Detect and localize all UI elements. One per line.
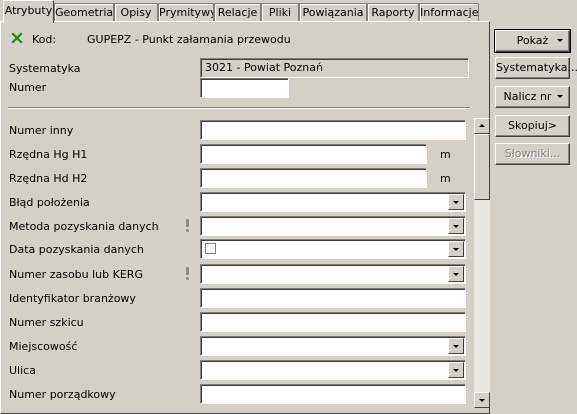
- numer-zasobu-combo[interactable]: [200, 264, 466, 284]
- numer-inny-field[interactable]: [200, 120, 466, 140]
- numer-szkicu-label: Numer szkicu: [9, 316, 84, 329]
- tab-geometria[interactable]: Geometria: [54, 3, 114, 22]
- rzedna-h1-field[interactable]: [200, 144, 427, 164]
- date-checkbox[interactable]: [205, 243, 216, 254]
- metoda-pozyskania-label: Metoda pozyskania danych: [9, 220, 159, 233]
- identyfikator-branzowy-field[interactable]: [200, 288, 466, 308]
- metoda-pozyskania-combo[interactable]: [200, 216, 466, 236]
- blad-polozenia-label: Błąd położenia: [9, 196, 90, 209]
- dropdown-arrow-icon: [557, 95, 563, 98]
- vertical-scrollbar[interactable]: [474, 118, 490, 408]
- tab-pliki[interactable]: Pliki: [261, 3, 299, 22]
- ulica-label: Ulica: [9, 364, 36, 377]
- numer-porzadkowy-label: Numer porządkowy: [9, 388, 116, 401]
- numer-szkicu-field[interactable]: [200, 312, 466, 332]
- slowniki-label: Słowniki...: [504, 147, 561, 160]
- chevron-down-icon[interactable]: [448, 241, 464, 257]
- skopiuj-label: Skopiuj>: [508, 119, 557, 132]
- chevron-down-icon[interactable]: [448, 194, 464, 210]
- tab-atrybuty[interactable]: Atrybuty: [3, 0, 54, 23]
- data-pozyskania-label: Data pozyskania danych: [9, 243, 144, 256]
- data-pozyskania-combo[interactable]: [200, 239, 466, 259]
- systematyka-field: 3021 - Powiat Poznań: [200, 58, 469, 78]
- tab-prymitywy[interactable]: Prymitywy: [158, 3, 214, 22]
- exclamation-icon: [185, 219, 189, 232]
- miejscowosc-label: Miejscowość: [9, 340, 78, 353]
- miejscowosc-combo[interactable]: [200, 336, 466, 356]
- close-x-icon: [11, 32, 23, 44]
- rzedna-h1-label: Rzędna Hg H1: [9, 148, 88, 161]
- numer-label: Numer: [9, 81, 47, 94]
- systematyka-button-label: Systematyka...: [496, 61, 577, 74]
- scroll-thumb[interactable]: [474, 134, 490, 200]
- blad-polozenia-combo[interactable]: [200, 192, 466, 212]
- nalicz-nr-button[interactable]: Nalicz nr: [495, 86, 570, 108]
- chevron-down-icon[interactable]: [448, 338, 464, 354]
- pokaz-button[interactable]: Pokaż: [494, 29, 571, 53]
- rzedna-h2-field[interactable]: [200, 168, 427, 188]
- chevron-down-icon[interactable]: [448, 266, 464, 282]
- separator: [8, 107, 470, 109]
- tab-informacje[interactable]: Informacje: [419, 3, 479, 22]
- slowniki-button[interactable]: Słowniki...: [495, 143, 570, 165]
- systematyka-button[interactable]: Systematyka...: [495, 57, 577, 79]
- ulica-combo[interactable]: [200, 360, 466, 380]
- scroll-down-icon[interactable]: [474, 392, 490, 408]
- tab-relacje[interactable]: Relacje: [214, 3, 261, 22]
- numer-field[interactable]: [200, 78, 289, 98]
- skopiuj-button[interactable]: Skopiuj>: [495, 115, 570, 137]
- pokaz-label: Pokaż: [516, 34, 549, 47]
- tab-bar: Atrybuty Geometria Opisy Prymitywy Relac…: [0, 0, 577, 23]
- numer-inny-label: Numer inny: [9, 124, 74, 137]
- tab-opisy[interactable]: Opisy: [114, 3, 158, 22]
- exclamation-icon: [185, 267, 189, 280]
- identyfikator-branzowy-label: Identyfikator branżowy: [9, 292, 136, 305]
- nalicz-nr-label: Nalicz nr: [503, 90, 552, 103]
- numer-zasobu-label: Numer zasobu lub KERG: [9, 268, 143, 281]
- numer-porzadkowy-field[interactable]: [200, 384, 466, 404]
- rzedna-h1-unit: m: [440, 148, 451, 161]
- dropdown-arrow-icon: [557, 39, 563, 42]
- systematyka-label: Systematyka: [9, 62, 81, 75]
- kod-value: GUPEPZ - Punkt załamania przewodu: [87, 33, 291, 46]
- tab-powiazania[interactable]: Powiązania: [299, 3, 367, 22]
- rzedna-h2-unit: m: [440, 172, 451, 185]
- chevron-down-icon[interactable]: [448, 218, 464, 234]
- rzedna-h2-label: Rzędna Hd H2: [9, 172, 88, 185]
- kod-label: Kod:: [32, 33, 57, 46]
- tab-raporty[interactable]: Raporty: [367, 3, 419, 22]
- scroll-up-icon[interactable]: [474, 118, 490, 134]
- chevron-down-icon[interactable]: [448, 362, 464, 378]
